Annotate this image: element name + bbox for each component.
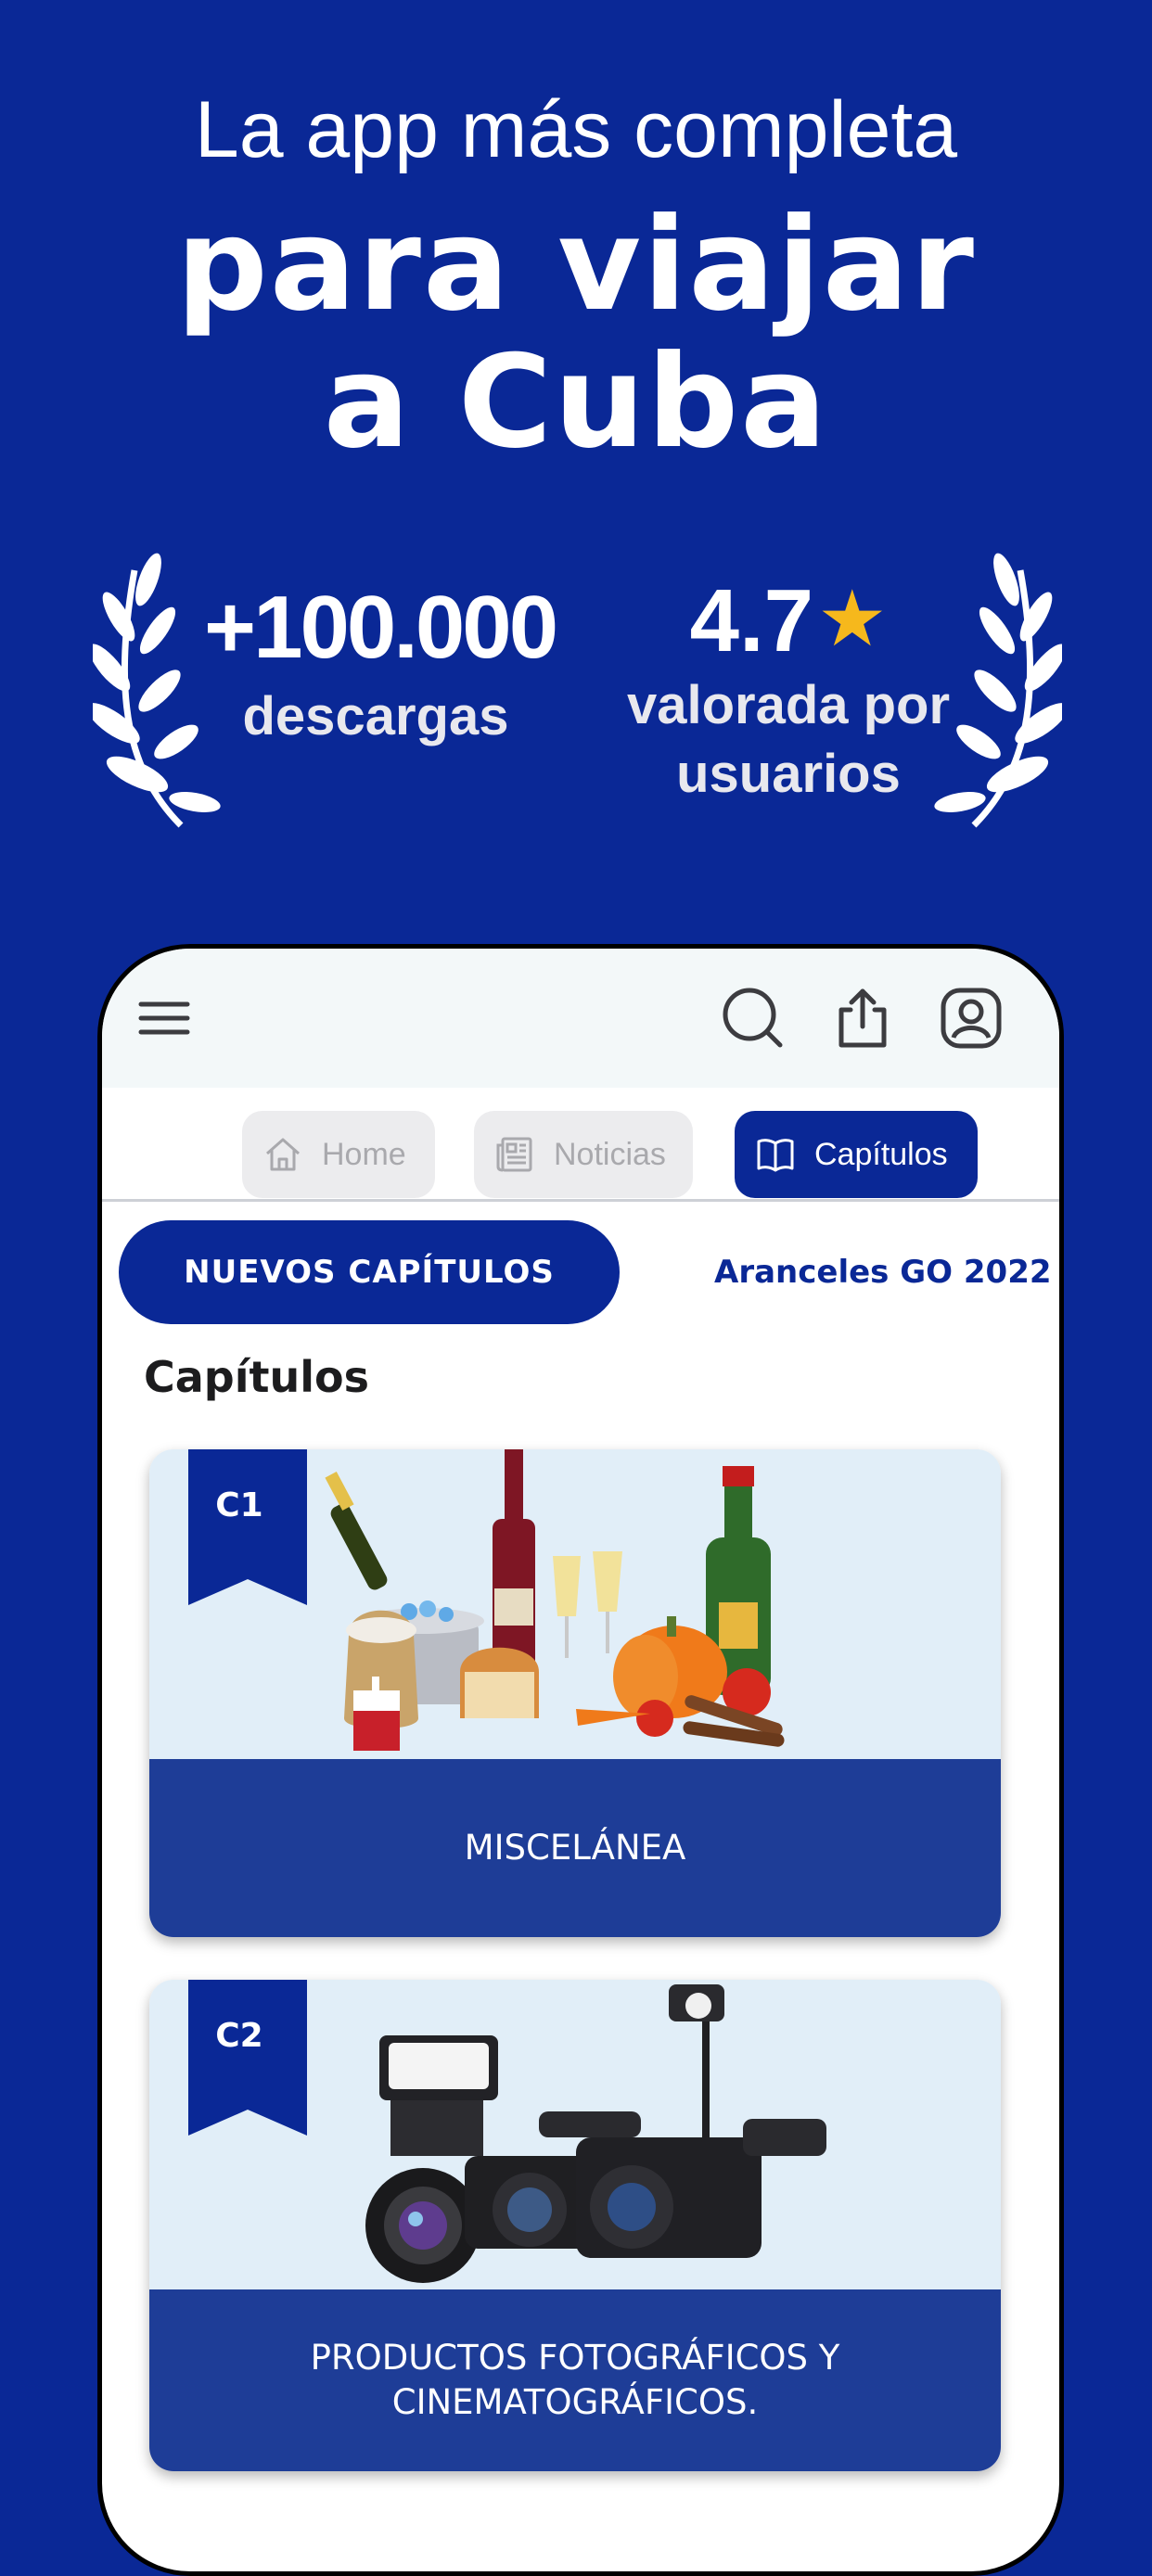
hero-subtitle: La app más completa	[194, 85, 958, 174]
tab-capitulos[interactable]: Capítulos	[735, 1111, 978, 1198]
rating-label: valorada por usuarios	[612, 671, 965, 809]
tab-home-label: Home	[322, 1136, 406, 1172]
chapter-code: C2	[215, 2017, 263, 2055]
app-topbar	[102, 949, 1059, 1088]
tab-bar: Home Noticias Capítulos	[102, 1092, 1059, 1202]
chapter-title: PRODUCTOS FOTOGRÁFICOS Y CINEMATOGRÁFICO…	[149, 2289, 1001, 2471]
chapter-badge: C1	[188, 1449, 307, 1605]
tab-noticias[interactable]: Noticias	[474, 1111, 693, 1198]
chapter-card-c2[interactable]: C2 PRODUCTOS FOTOGRÁFICOS Y CINEMATOGRÁF…	[149, 1980, 1001, 2471]
rating-value: 4.7	[689, 571, 814, 670]
star-icon: ★	[817, 573, 888, 664]
tab-home[interactable]: Home	[242, 1111, 435, 1198]
newspaper-icon	[496, 1137, 532, 1172]
profile-icon[interactable]	[937, 984, 1005, 1052]
hero-title-line1: para viajar	[176, 190, 976, 339]
home-icon	[266, 1138, 300, 1171]
book-icon	[757, 1139, 794, 1172]
downloads-count: +100.000	[204, 578, 558, 677]
hero-title-line2: a Cuba	[323, 327, 829, 477]
aranceles-button[interactable]: Aranceles GO 2022	[714, 1220, 1052, 1324]
downloads-label: descargas	[242, 686, 509, 746]
chapter-title: MISCELÁNEA	[149, 1759, 1001, 1937]
phone-frame: Home Noticias Capítulos NUEVOS CAPÍTULOS…	[97, 944, 1064, 2576]
chapter-code: C1	[215, 1486, 263, 1524]
rating-label-line1: valorada por	[626, 675, 951, 735]
chapter-card-c1[interactable]: C1 MISCELÁNEA	[149, 1449, 1001, 1937]
tab-noticias-label: Noticias	[554, 1136, 666, 1172]
new-chapters-button[interactable]: NUEVOS CAPÍTULOS	[119, 1220, 620, 1324]
rating-label-line2: usuarios	[676, 744, 901, 804]
tab-capitulos-label: Capítulos	[814, 1136, 948, 1172]
share-icon[interactable]	[828, 984, 897, 1052]
chapter-badge: C2	[188, 1980, 307, 2136]
hero-title: para viajar a Cuba	[0, 197, 1152, 471]
menu-icon[interactable]	[130, 984, 198, 1052]
search-icon[interactable]	[719, 984, 787, 1052]
rating: 4.7★	[612, 567, 965, 672]
section-title: Capítulos	[144, 1352, 369, 1402]
